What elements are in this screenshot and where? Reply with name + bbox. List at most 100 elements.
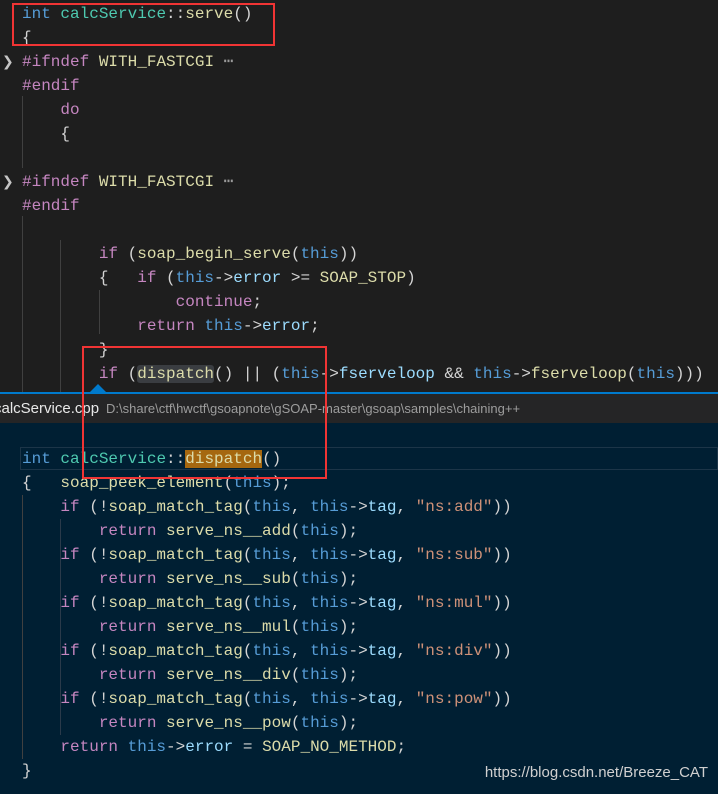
code-token: this xyxy=(204,317,243,335)
code-token: ); xyxy=(338,522,359,540)
code-token: this xyxy=(473,365,512,383)
code-token: if xyxy=(60,546,80,564)
code-token: ); xyxy=(338,666,359,684)
code-token: fserveloop xyxy=(338,365,435,383)
code-token: serve_ns__div xyxy=(166,666,291,684)
code-token: { xyxy=(22,125,71,143)
code-token: (! xyxy=(79,594,109,612)
code-token: , xyxy=(290,642,311,660)
code-token: soap_match_tag xyxy=(108,642,243,660)
code-token: -> xyxy=(348,546,368,564)
code-token: (! xyxy=(79,642,109,660)
code-token: )) xyxy=(492,594,512,612)
code-token: this xyxy=(636,365,675,383)
code-token: ); xyxy=(338,618,359,636)
code-token: (! xyxy=(79,546,109,564)
code-token: #endif xyxy=(22,197,80,215)
code-token: -> xyxy=(348,642,368,660)
code-token: this xyxy=(300,570,339,588)
code-token: this xyxy=(252,546,291,564)
code-token: return xyxy=(98,714,157,732)
code-token: -> xyxy=(348,594,368,612)
code-token: WITH_FASTCGI xyxy=(98,173,215,191)
code-token: } xyxy=(22,762,32,780)
code-token: tag xyxy=(367,594,397,612)
code-token: serve_ns__sub xyxy=(166,570,291,588)
code-token: ( xyxy=(156,269,176,287)
peek-code-line: if (!soap_match_tag(this, this->tag, "ns… xyxy=(22,591,512,615)
code-token: return xyxy=(98,666,157,684)
code-token: ; xyxy=(252,293,263,311)
code-token: ; xyxy=(310,317,320,335)
code-token: if xyxy=(60,594,80,612)
annotation-box-dispatch xyxy=(82,346,327,479)
code-token: "ns:mul" xyxy=(415,594,493,612)
code-token: this xyxy=(310,546,349,564)
code-token: , xyxy=(396,642,416,660)
code-token: , xyxy=(290,546,311,564)
code-token: ( xyxy=(242,594,253,612)
code-token: this xyxy=(310,642,349,660)
code-token: if xyxy=(60,642,80,660)
peek-code-line: return serve_ns__add(this); xyxy=(22,519,358,543)
fold-chevron-right-icon[interactable]: ❯ xyxy=(2,50,16,74)
code-token: = xyxy=(233,738,263,756)
code-token: ⋯ xyxy=(214,173,234,191)
code-token: soap_match_tag xyxy=(108,546,243,564)
code-token: -> xyxy=(348,498,368,516)
code-token: "ns:div" xyxy=(415,642,493,660)
code-line: #ifndef WITH_FASTCGI ⋯ xyxy=(22,50,233,74)
code-token: soap_match_tag xyxy=(108,690,243,708)
code-token: this xyxy=(300,714,339,732)
peek-code-line: return serve_ns__mul(this); xyxy=(22,615,358,639)
code-token: return xyxy=(137,317,195,335)
code-token: this xyxy=(175,269,215,287)
code-line: #endif xyxy=(22,74,80,98)
code-token: , xyxy=(396,546,416,564)
code-token: tag xyxy=(367,690,397,708)
code-token: -> xyxy=(214,269,234,287)
code-token: soap_begin_serve xyxy=(137,245,291,263)
code-token: this xyxy=(252,690,291,708)
code-line: { if (this->error >= SOAP_STOP) xyxy=(22,266,416,290)
code-token: WITH_FASTCGI xyxy=(98,53,215,71)
code-token: "ns:pow" xyxy=(415,690,493,708)
code-token: , xyxy=(396,498,416,516)
peek-code-line: if (!soap_match_tag(this, this->tag, "ns… xyxy=(22,639,511,663)
code-token: this xyxy=(310,690,349,708)
code-token: serve_ns__add xyxy=(166,522,291,540)
code-token: ( xyxy=(242,498,253,516)
annotation-box-serve xyxy=(12,3,275,46)
main-editor[interactable]: int calcService::serve(){#ifndef WITH_FA… xyxy=(0,0,718,393)
code-token: return xyxy=(98,618,157,636)
code-token: ( xyxy=(242,546,253,564)
code-token: ( xyxy=(626,365,637,383)
code-token: { xyxy=(22,269,138,287)
peek-code-line: return serve_ns__div(this); xyxy=(22,663,358,687)
code-token: "ns:add" xyxy=(415,498,493,516)
code-token: ( xyxy=(242,690,253,708)
code-token: ); xyxy=(338,714,359,732)
code-token: >= xyxy=(281,269,320,287)
peek-code-line: if (!soap_match_tag(this, this->tag, "ns… xyxy=(22,495,511,519)
fold-chevron-right-icon[interactable]: ❯ xyxy=(2,170,16,194)
code-token: do xyxy=(60,101,80,119)
code-line: continue; xyxy=(22,290,262,314)
code-token: -> xyxy=(348,690,368,708)
code-token: soap_match_tag xyxy=(108,594,243,612)
code-token: continue xyxy=(175,293,253,311)
